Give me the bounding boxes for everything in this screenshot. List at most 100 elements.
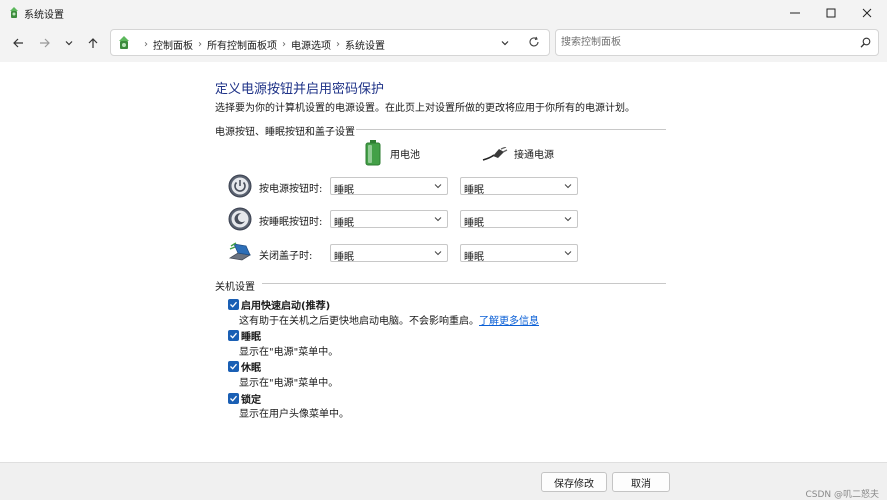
up-button[interactable] <box>82 32 104 54</box>
fast-startup-label[interactable]: 启用快速启动(推荐) <box>241 297 330 312</box>
chevron-down-icon <box>564 184 572 189</box>
select-value: 睡眠 <box>464 218 484 229</box>
save-changes-button[interactable]: 保存修改 <box>541 472 607 492</box>
forward-button[interactable] <box>34 32 56 54</box>
breadcrumb-system-settings[interactable]: 系统设置 <box>345 37 385 52</box>
select-value: 睡眠 <box>464 185 484 196</box>
back-arrow-icon <box>13 38 23 48</box>
hibernate-label[interactable]: 休眠 <box>241 359 261 374</box>
checkmark-icon <box>230 301 237 308</box>
refresh-icon <box>529 36 539 47</box>
back-button[interactable] <box>7 32 29 54</box>
fast-startup-row: 启用快速启动(推荐) <box>228 297 330 312</box>
up-arrow-icon <box>88 38 98 48</box>
fast-startup-checkbox[interactable] <box>228 299 239 310</box>
laptop-lid-icon <box>228 240 252 264</box>
column-header-plugged: 接通电源 <box>482 146 554 161</box>
breadcrumb-separator-icon: › <box>198 39 202 50</box>
chevron-down-icon <box>65 41 73 46</box>
chevron-down-icon <box>501 41 509 46</box>
select-value: 睡眠 <box>334 218 354 229</box>
lock-checkbox[interactable] <box>228 393 239 404</box>
hibernate-checkbox[interactable] <box>228 361 239 372</box>
refresh-button[interactable] <box>528 36 540 51</box>
recent-locations-button[interactable] <box>58 32 80 54</box>
search-input[interactable] <box>561 35 851 50</box>
row-label-power-button: 按电源按钮时: <box>259 184 323 195</box>
select-value: 睡眠 <box>464 252 484 263</box>
chevron-down-icon <box>434 251 442 256</box>
chevron-down-icon <box>434 184 442 189</box>
sleep-button-battery-select[interactable]: 睡眠 <box>330 210 448 229</box>
search-box <box>555 29 879 56</box>
minimize-button[interactable] <box>775 0 815 26</box>
footer-bar: 保存修改 取消 CSDN @叽二怒夫 <box>0 462 887 500</box>
select-value: 睡眠 <box>334 252 354 263</box>
sleep-button-icon <box>228 207 252 231</box>
breadcrumb-power-options[interactable]: 电源选项 <box>291 37 331 52</box>
minimize-icon <box>790 12 800 14</box>
control-panel-icon <box>117 35 131 53</box>
chevron-down-icon <box>434 217 442 222</box>
power-button-battery-select[interactable]: 睡眠 <box>330 177 448 196</box>
power-plug-icon <box>482 146 508 161</box>
sleep-description: 显示在"电源"菜单中。 <box>239 347 339 358</box>
section-divider <box>356 129 666 130</box>
row-label-sleep-button: 按睡眠按钮时: <box>259 217 323 228</box>
page-title: 定义电源按钮并启用密码保护 <box>215 82 385 97</box>
lock-label[interactable]: 锁定 <box>241 391 261 406</box>
chevron-down-icon <box>564 217 572 222</box>
address-dropdown-button[interactable] <box>500 38 510 51</box>
hibernate-option-row: 休眠 <box>228 359 261 374</box>
control-panel-icon <box>8 6 20 22</box>
fast-startup-description: 这有助于在关机之后更快地启动电脑。不会影响重启。了解更多信息 <box>239 312 539 327</box>
sleep-option-row: 睡眠 <box>228 328 261 343</box>
checkmark-icon <box>230 332 237 339</box>
navigation-bar: › 控制面板 › 所有控制面板项 › 电源选项 › 系统设置 <box>0 26 887 62</box>
section-heading-buttons: 电源按钮、睡眠按钮和盖子设置 <box>215 127 355 138</box>
lid-battery-select[interactable]: 睡眠 <box>330 244 448 263</box>
lid-plugged-select[interactable]: 睡眠 <box>460 244 578 263</box>
power-button-icon <box>228 174 252 198</box>
maximize-icon <box>826 8 836 18</box>
column-label-battery: 用电池 <box>390 149 420 161</box>
breadcrumb: › 控制面板 › 所有控制面板项 › 电源选项 › 系统设置 <box>144 37 385 52</box>
select-value: 睡眠 <box>334 185 354 196</box>
lock-option-row: 锁定 <box>228 391 261 406</box>
column-header-battery: 用电池 <box>364 140 420 166</box>
column-label-plugged: 接通电源 <box>514 150 554 161</box>
close-button[interactable] <box>847 0 887 26</box>
checkmark-icon <box>230 363 237 370</box>
sleep-button-plugged-select[interactable]: 睡眠 <box>460 210 578 229</box>
hibernate-description: 显示在"电源"菜单中。 <box>239 378 339 389</box>
watermark-text: CSDN @叽二怒夫 <box>805 490 879 500</box>
breadcrumb-control-panel[interactable]: 控制面板 <box>153 37 193 52</box>
cancel-button[interactable]: 取消 <box>612 472 670 492</box>
breadcrumb-separator-icon: › <box>282 39 286 50</box>
breadcrumb-separator-icon: › <box>144 39 148 50</box>
close-icon <box>862 8 872 18</box>
forward-arrow-icon <box>40 38 50 48</box>
sleep-checkbox[interactable] <box>228 330 239 341</box>
power-button-plugged-select[interactable]: 睡眠 <box>460 177 578 196</box>
learn-more-link[interactable]: 了解更多信息 <box>479 316 539 327</box>
main-content: 定义电源按钮并启用密码保护 选择要为你的计算机设置的电源设置。在此页上对设置所做… <box>0 62 887 500</box>
address-bar[interactable]: › 控制面板 › 所有控制面板项 › 电源选项 › 系统设置 <box>110 29 550 56</box>
lock-description: 显示在用户头像菜单中。 <box>239 409 349 420</box>
title-bar: 系统设置 <box>0 0 887 26</box>
row-label-lid: 关闭盖子时: <box>259 251 313 262</box>
section-divider <box>262 283 666 284</box>
section-heading-shutdown: 关机设置 <box>215 282 255 293</box>
chevron-down-icon <box>564 251 572 256</box>
page-description: 选择要为你的计算机设置的电源设置。在此页上对设置所做的更改将应用于你所有的电源计… <box>215 103 635 114</box>
checkmark-icon <box>230 395 237 402</box>
search-button[interactable] <box>860 37 871 51</box>
breadcrumb-separator-icon: › <box>336 39 340 50</box>
battery-icon <box>365 140 381 166</box>
fast-startup-description-text: 这有助于在关机之后更快地启动电脑。不会影响重启。 <box>239 316 479 327</box>
window-title: 系统设置 <box>24 10 64 21</box>
sleep-label[interactable]: 睡眠 <box>241 328 261 343</box>
maximize-button[interactable] <box>811 0 851 26</box>
search-icon <box>860 37 871 48</box>
breadcrumb-all-items[interactable]: 所有控制面板项 <box>207 37 277 52</box>
